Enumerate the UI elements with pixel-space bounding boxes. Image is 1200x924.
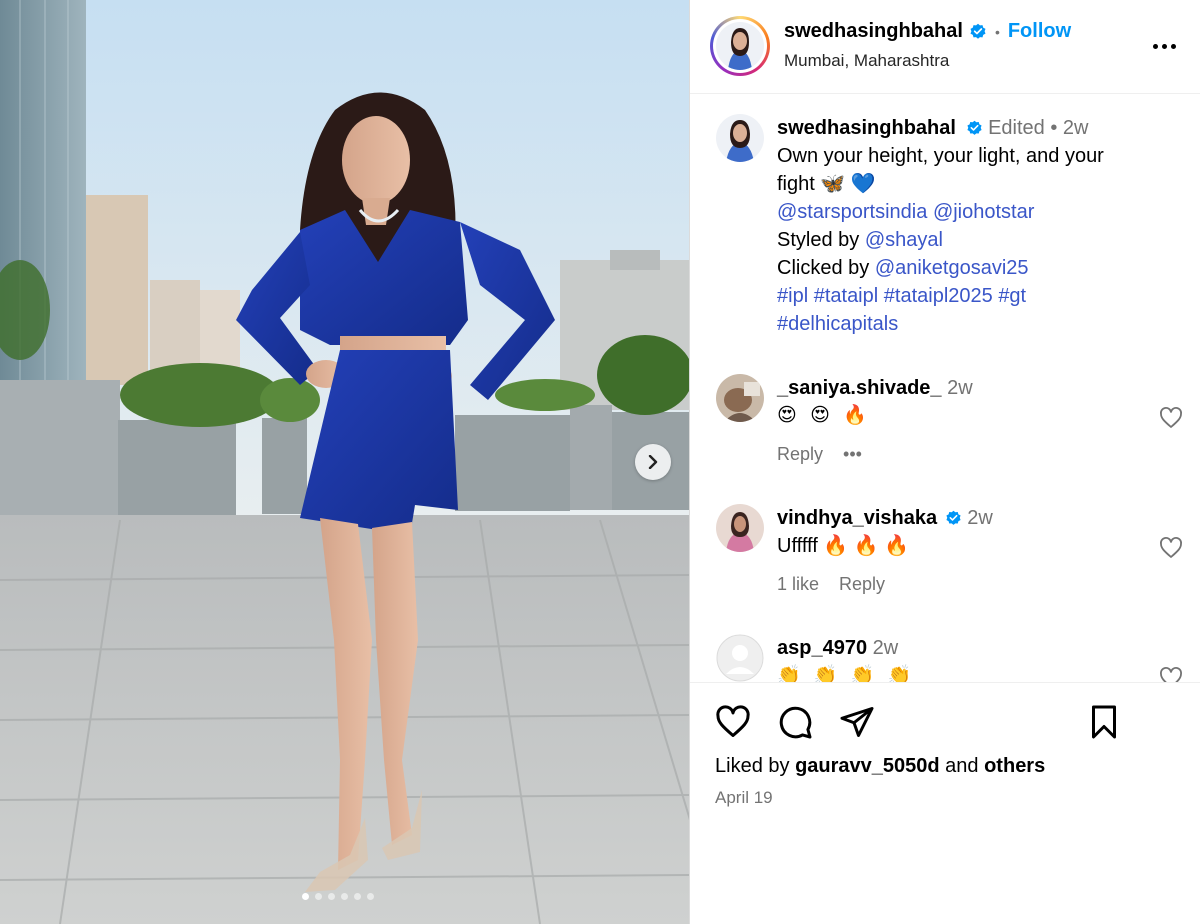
share-icon[interactable] xyxy=(839,704,875,740)
reply-button[interactable]: Reply xyxy=(839,570,885,598)
heart-icon[interactable] xyxy=(1158,666,1184,682)
hashtag-link[interactable]: #ipl xyxy=(777,285,808,307)
next-photo-button[interactable] xyxy=(635,444,671,480)
mention-link[interactable]: @shayal xyxy=(865,229,943,251)
comment-username[interactable]: asp_4970 xyxy=(777,637,867,659)
carousel-dot xyxy=(367,893,374,900)
author-avatar[interactable] xyxy=(716,22,764,70)
caption-separator: • xyxy=(1050,117,1058,139)
clicked-by-label: Clicked by xyxy=(777,257,875,279)
comment-item: asp_4970 2w 👏 👏 👏 👏 xyxy=(716,634,1186,682)
photo-scene xyxy=(0,0,689,924)
carousel-dot xyxy=(341,893,348,900)
liked-by: Liked by gauravv_5050d and others xyxy=(715,755,1045,778)
header-separator: • xyxy=(994,23,1000,40)
caption-text-line1: Own your height, your light, and your xyxy=(777,145,1104,167)
caption-edited: Edited xyxy=(988,117,1045,139)
carousel-dot xyxy=(328,893,335,900)
liked-by-user[interactable]: gauravv_5050d xyxy=(795,755,940,777)
mention-link[interactable]: @starsportsindia xyxy=(777,201,927,223)
hashtag-link[interactable]: #gt xyxy=(998,285,1026,307)
caption-text-line2: fight 🦋 💙 xyxy=(777,173,876,195)
liked-by-mid: and xyxy=(939,755,985,777)
actions-divider xyxy=(690,682,1200,683)
heart-icon[interactable] xyxy=(1158,536,1184,560)
story-ring[interactable] xyxy=(710,16,770,76)
liked-by-others[interactable]: others xyxy=(984,755,1045,777)
hashtag-link[interactable]: #tataipl xyxy=(814,285,879,307)
heart-icon[interactable] xyxy=(715,704,751,740)
comment-more-button[interactable]: ••• xyxy=(843,440,862,468)
comment-time[interactable]: 2w xyxy=(947,377,973,399)
caption-username[interactable]: swedhasinghbahal xyxy=(777,117,956,139)
hashtag-link[interactable]: #tataipl2025 xyxy=(884,285,993,307)
caption-time[interactable]: 2w xyxy=(1063,117,1089,139)
author-username[interactable]: swedhasinghbahal xyxy=(784,20,963,43)
comment-username[interactable]: _saniya.shivade_ xyxy=(777,377,942,399)
carousel-dot xyxy=(354,893,361,900)
post-side-panel: swedhasinghbahal • Follow Mumbai, Mahara… xyxy=(690,0,1200,924)
commenter-avatar[interactable] xyxy=(716,634,764,682)
caption-avatar[interactable] xyxy=(716,114,764,162)
carousel-dot xyxy=(302,893,309,900)
post-location[interactable]: Mumbai, Maharashtra xyxy=(784,51,949,71)
carousel-indicator xyxy=(302,893,374,900)
post-header: swedhasinghbahal • Follow Mumbai, Mahara… xyxy=(690,0,1200,94)
hashtag-link[interactable]: #delhicapitals xyxy=(777,313,898,335)
more-options-icon[interactable] xyxy=(1153,34,1183,58)
comment-text: 😍 😍 🔥 xyxy=(777,405,871,426)
post-photo[interactable] xyxy=(0,0,689,924)
comment-time[interactable]: 2w xyxy=(967,507,993,529)
styled-by-label: Styled by xyxy=(777,229,865,251)
comment-icon[interactable] xyxy=(777,704,813,740)
commenter-avatar[interactable] xyxy=(716,504,764,552)
mention-link[interactable]: @jiohotstar xyxy=(933,201,1034,223)
verified-badge-icon xyxy=(966,120,982,136)
comment-likes[interactable]: 1 like xyxy=(777,570,819,598)
verified-badge-icon xyxy=(970,23,986,39)
carousel-dot xyxy=(315,893,322,900)
mention-link[interactable]: @aniketgosavi25 xyxy=(875,257,1029,279)
heart-icon[interactable] xyxy=(1158,406,1184,430)
commenter-avatar[interactable] xyxy=(716,374,764,422)
follow-button[interactable]: Follow xyxy=(1008,20,1071,43)
chevron-right-icon xyxy=(648,455,658,469)
comment-username[interactable]: vindhya_vishaka xyxy=(777,507,937,529)
post-date[interactable]: April 19 xyxy=(715,788,773,808)
verified-badge-icon xyxy=(946,510,961,526)
bookmark-icon[interactable] xyxy=(1086,704,1122,740)
liked-by-prefix: Liked by xyxy=(715,755,796,777)
comment-text: 👏 👏 👏 👏 xyxy=(777,665,916,682)
comment-text: Ufffff 🔥 🔥 🔥 xyxy=(777,535,910,557)
comment-time[interactable]: 2w xyxy=(873,637,899,659)
reply-button[interactable]: Reply xyxy=(777,440,823,468)
